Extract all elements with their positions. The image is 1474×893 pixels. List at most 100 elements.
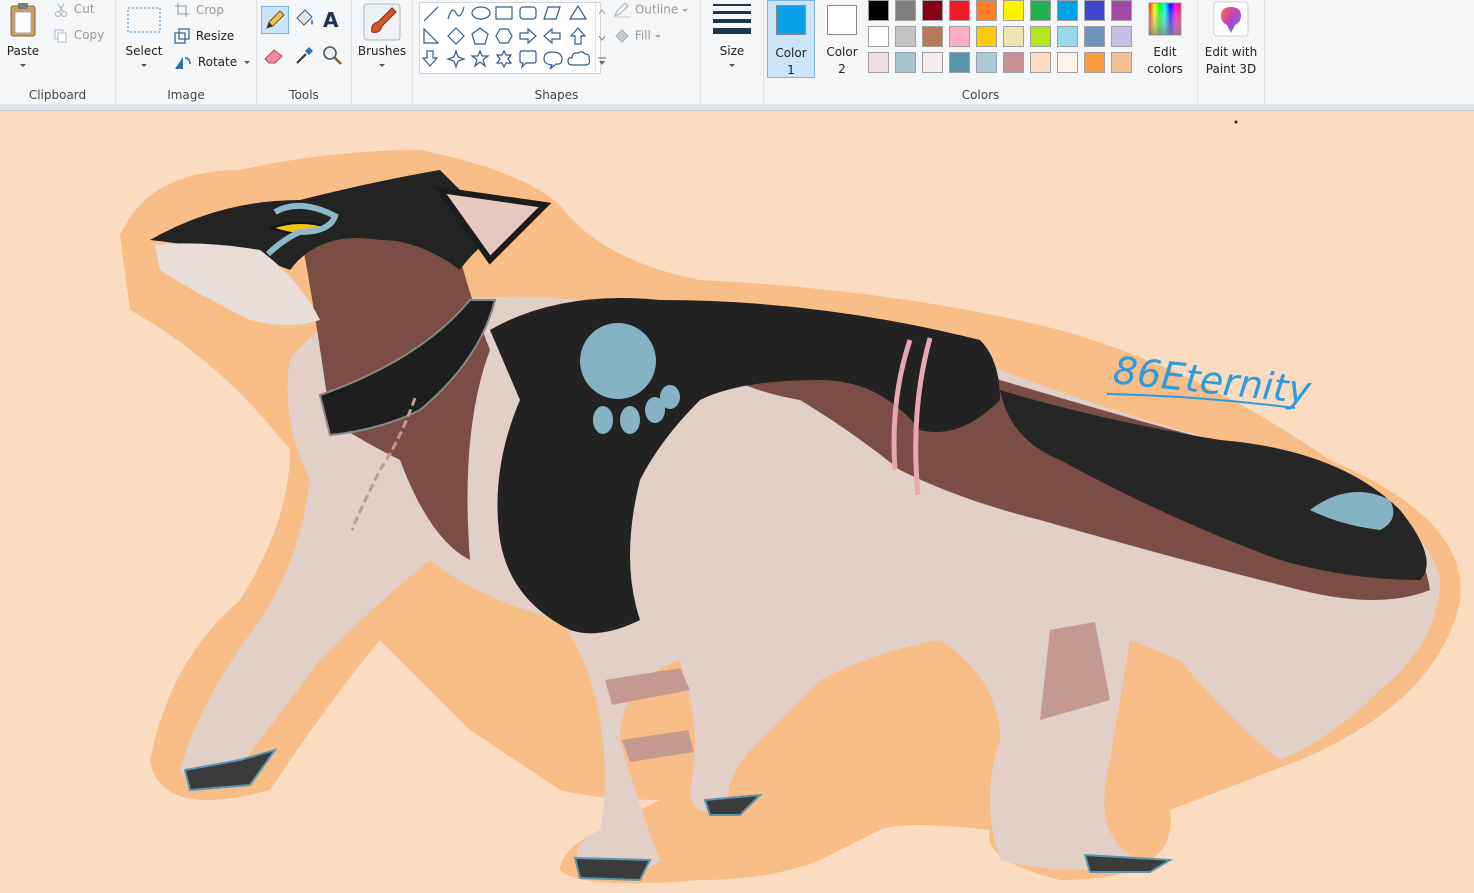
palette-swatch[interactable] [895, 26, 916, 47]
palette-swatch[interactable] [922, 0, 943, 21]
chevron-down-icon [141, 64, 147, 67]
edit-colors-button[interactable]: Edit colors [1142, 0, 1188, 78]
image-group-label: Image [167, 88, 205, 102]
drawing-canvas[interactable]: 86Eternity [0, 111, 1474, 893]
palette-swatch[interactable] [1003, 52, 1024, 73]
palette-swatch[interactable] [1057, 52, 1078, 73]
tools-group-label: Tools [289, 88, 319, 102]
fill-bucket-icon [615, 29, 629, 43]
chevron-down-icon [379, 64, 385, 67]
color-picker-tool-button[interactable] [291, 42, 319, 70]
palette-swatch[interactable] [1030, 26, 1051, 47]
color1-label-line1: Color [775, 46, 807, 60]
eraser-tool-button[interactable] [261, 42, 289, 70]
palette-swatch[interactable] [1030, 52, 1051, 73]
palette-swatch[interactable] [1111, 0, 1132, 21]
brushes-label: Brushes [357, 44, 407, 58]
outline-button[interactable]: Outline [613, 2, 689, 18]
cut-button[interactable]: Cut [54, 2, 95, 17]
palette-swatch[interactable] [922, 52, 943, 73]
paint-bucket-icon [296, 9, 313, 26]
hexagon-shape-icon [495, 28, 513, 44]
palette-swatch[interactable] [922, 26, 943, 47]
size-button[interactable]: Size [705, 2, 759, 76]
size-group: Size [701, 0, 764, 104]
select-rectangle-icon [127, 7, 161, 33]
tools-group: A Tools [257, 0, 352, 104]
rotate-label: Rotate [197, 54, 238, 69]
svg-text:A: A [323, 8, 339, 32]
palette-swatch[interactable] [1030, 0, 1051, 21]
select-button[interactable]: Select [120, 2, 168, 76]
edit-colors-line1: Edit [1153, 45, 1177, 59]
ribbon-toolbar: Paste Cut Copy Clipboard Select Crop Res… [0, 0, 1474, 105]
palette-swatch[interactable] [1084, 26, 1105, 47]
shapes-group-label: Shapes [534, 88, 579, 102]
paste-label: Paste [6, 44, 40, 58]
palette-swatch[interactable] [1003, 0, 1024, 21]
scissors-icon [55, 3, 67, 17]
color1-button[interactable]: Color 1 [767, 0, 815, 78]
palette-swatch[interactable] [1084, 52, 1105, 73]
down-arrow-shape-icon [421, 50, 439, 67]
paint3d-icon [1213, 1, 1249, 37]
palette-swatch[interactable] [895, 52, 916, 73]
text-tool-button[interactable]: A [319, 6, 347, 34]
triangle-shape-icon [568, 4, 588, 20]
shapes-group: Outline Fill Shapes [413, 0, 701, 104]
palette-swatch[interactable] [976, 0, 997, 21]
copy-icon [54, 29, 67, 42]
edit-with-paint3d-button[interactable]: Edit with Paint 3D [1200, 0, 1262, 78]
cloud-shape-icon [567, 51, 591, 66]
chevron-down-icon [682, 8, 689, 12]
palette-swatch[interactable] [1084, 0, 1105, 21]
color-palette [868, 0, 1140, 78]
brushes-button[interactable]: Brushes [356, 2, 408, 76]
palette-swatch[interactable] [1057, 26, 1078, 47]
palette-swatch[interactable] [976, 26, 997, 47]
color2-swatch [827, 5, 857, 35]
resize-label: Resize [195, 28, 235, 43]
palette-swatch[interactable] [976, 52, 997, 73]
callout-rounded-shape-icon [519, 50, 537, 69]
palette-swatch[interactable] [949, 26, 970, 47]
fill-tool-button[interactable] [291, 6, 319, 34]
copy-label: Copy [73, 28, 105, 42]
palette-swatch[interactable] [949, 52, 970, 73]
crop-button[interactable]: Crop [174, 2, 224, 18]
palette-swatch[interactable] [868, 26, 889, 47]
paw-print-toe [593, 406, 613, 434]
pencil-tool-button[interactable] [261, 6, 289, 34]
line-shape-icon [423, 6, 439, 22]
magnifier-tool-button[interactable] [319, 42, 347, 70]
cut-label: Cut [73, 2, 95, 16]
palette-swatch[interactable] [868, 0, 889, 21]
palette-swatch[interactable] [868, 52, 889, 73]
palette-swatch[interactable] [949, 0, 970, 21]
resize-button[interactable]: Resize [174, 28, 234, 44]
palette-swatch[interactable] [1003, 26, 1024, 47]
oval-shape-icon [471, 6, 491, 20]
copy-button[interactable]: Copy [54, 28, 104, 43]
palette-swatch[interactable] [1111, 52, 1132, 73]
wolf-artwork: 86Eternity [0, 111, 1474, 893]
four-point-star-shape-icon [446, 49, 466, 69]
chevron-down-icon [729, 64, 735, 67]
paint3d-group: Edit with Paint 3D [1198, 0, 1265, 104]
palette-swatch[interactable] [1111, 26, 1132, 47]
line-width-icon [713, 4, 751, 34]
color2-button[interactable]: Color 2 [818, 0, 866, 78]
shapes-gallery-icons[interactable] [420, 3, 600, 73]
fill-button[interactable]: Fill [613, 28, 661, 44]
palette-swatch[interactable] [895, 0, 916, 21]
size-label: Size [719, 44, 745, 58]
rotate-icon [175, 57, 191, 69]
rotate-button[interactable]: Rotate [174, 54, 250, 70]
paste-button[interactable]: Paste [4, 2, 42, 76]
shapes-scroll[interactable] [595, 2, 608, 72]
palette-swatch[interactable] [1057, 0, 1078, 21]
right-triangle-shape-icon [423, 27, 440, 44]
outline-label: Outline [634, 2, 679, 17]
six-point-star-shape-icon [495, 49, 513, 69]
paw-print-pad [580, 323, 656, 399]
